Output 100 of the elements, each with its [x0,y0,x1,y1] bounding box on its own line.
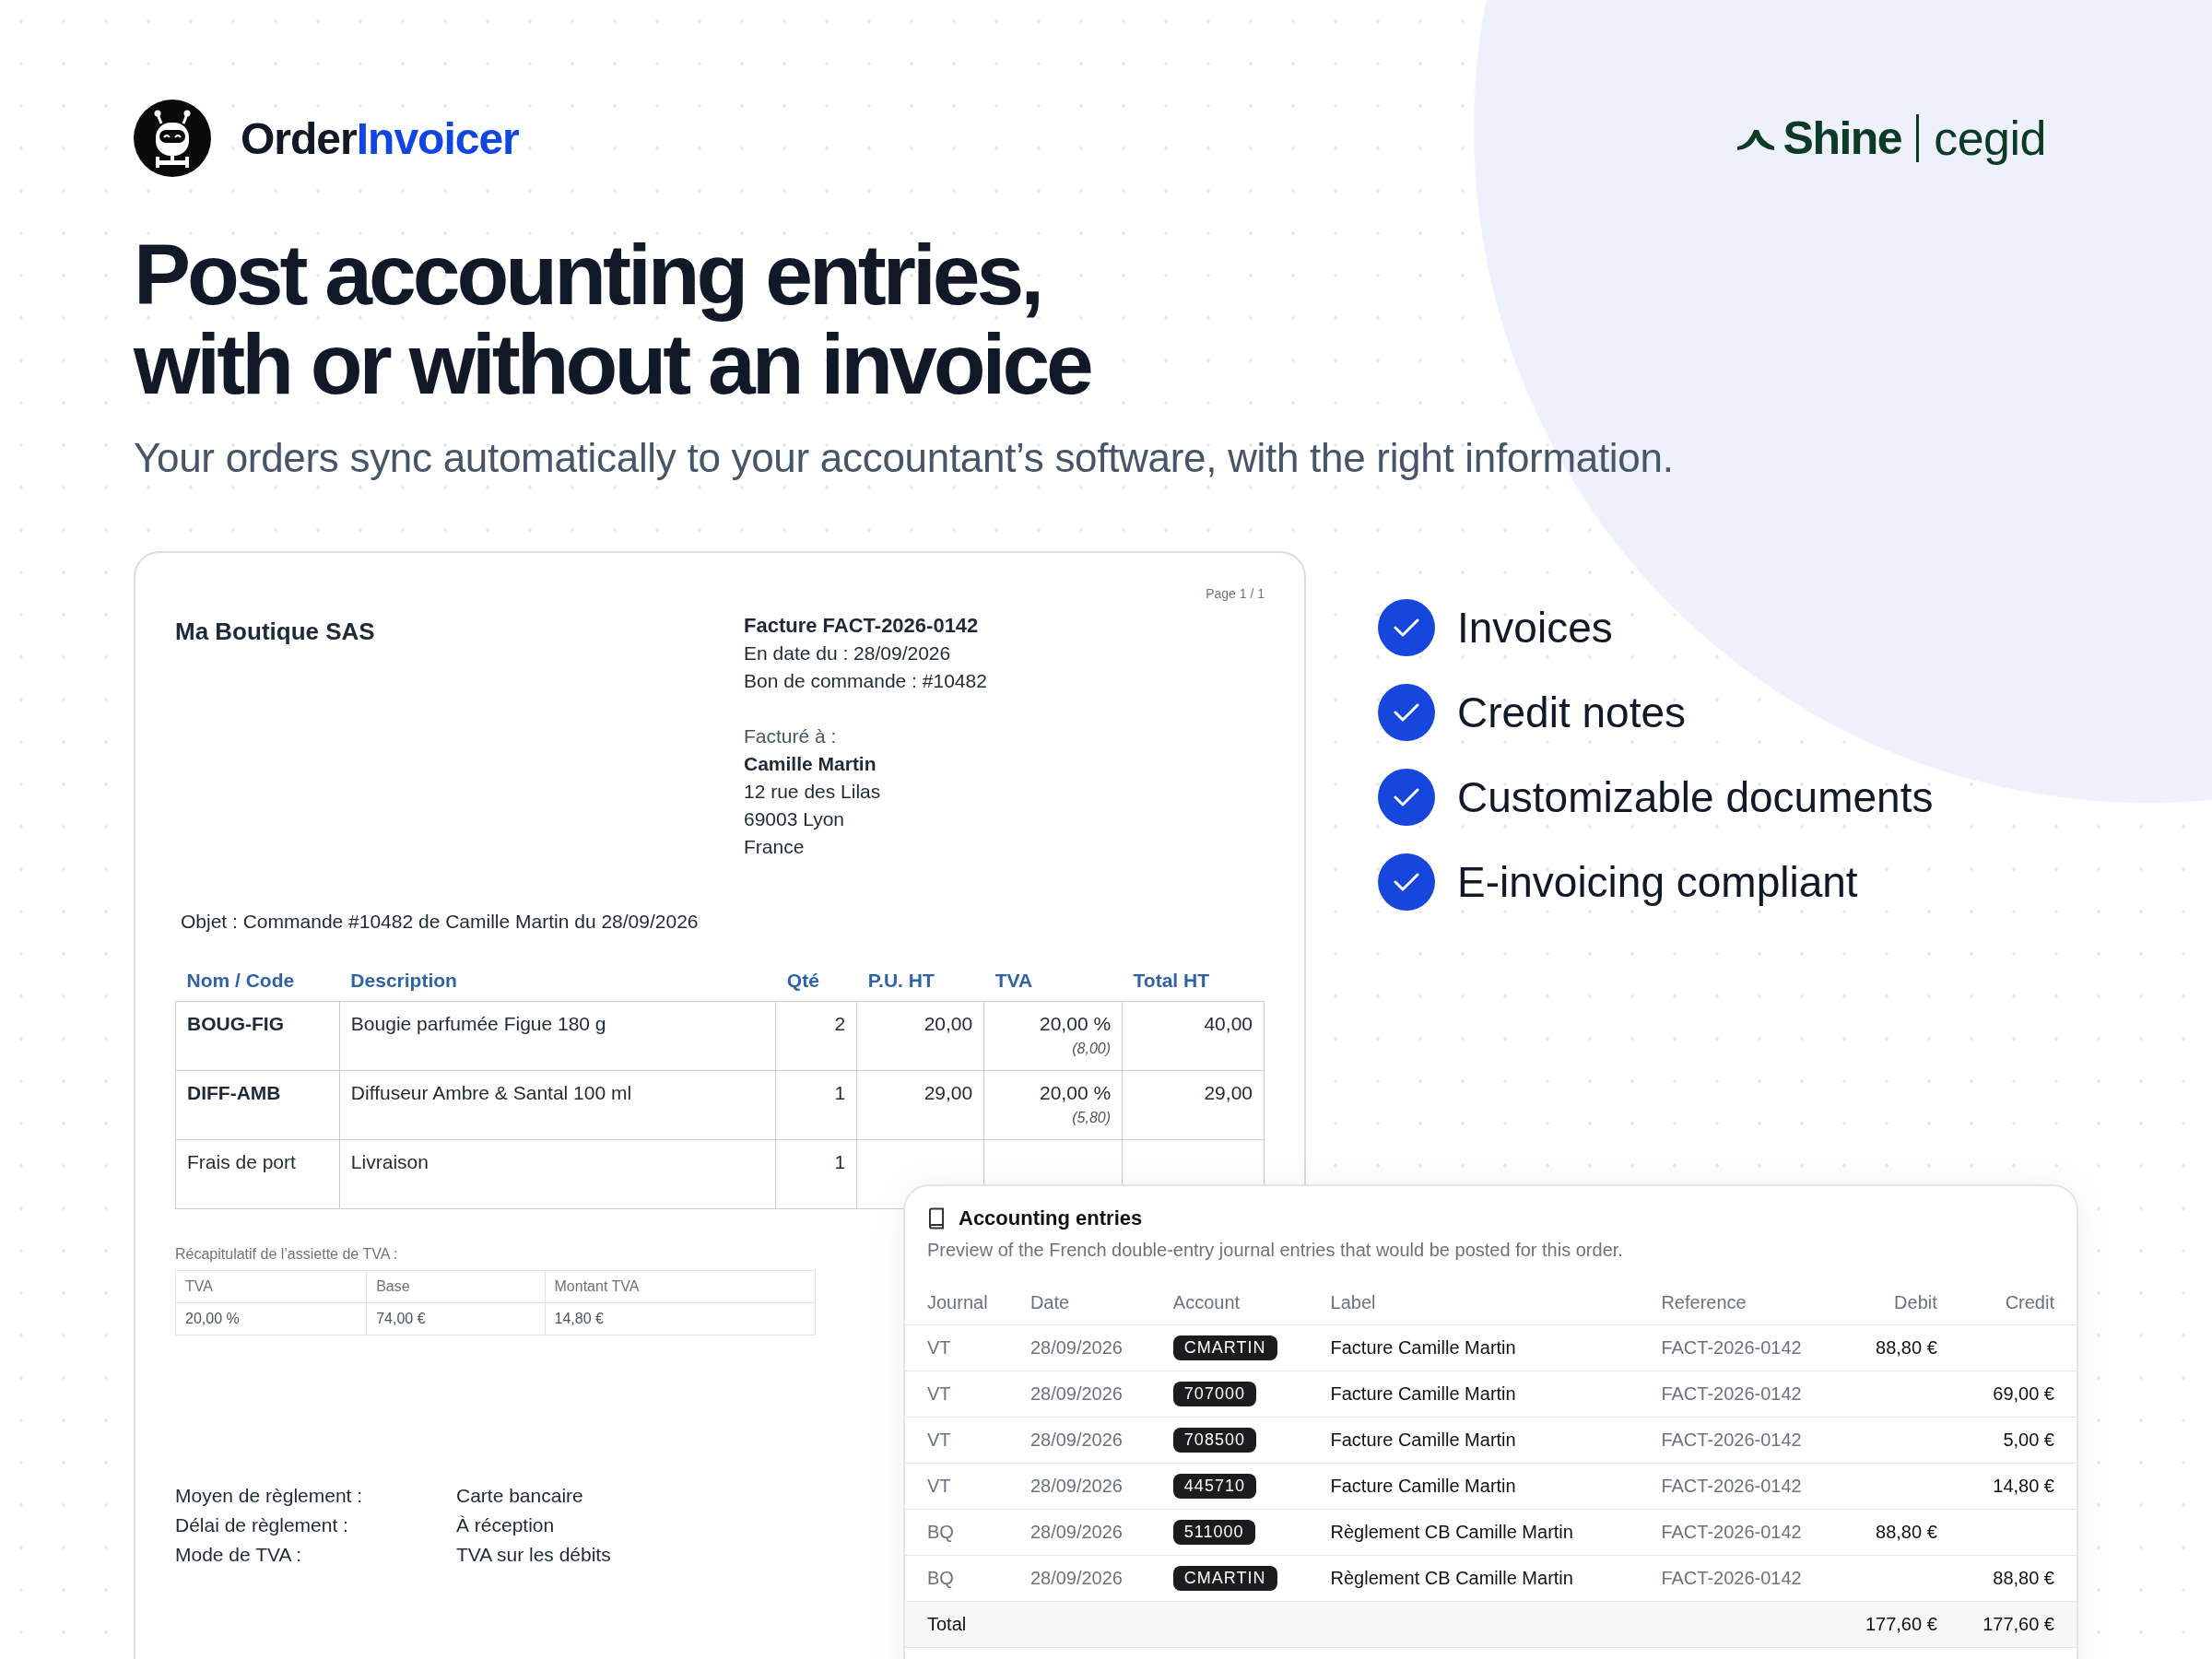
table-cell: 1 [775,1070,857,1140]
payment-label: Moyen de règlement : [175,1485,363,1507]
column-header: Base [366,1270,546,1303]
table-cell: 20,00 % [175,1302,367,1335]
account-badge: CMARTIN [1172,1335,1277,1360]
table-cell: 20,00 % (8,00) [983,1001,1123,1071]
table-cell: BOUG-FIG [175,1001,340,1071]
table-cell: BQ [905,1555,1008,1602]
table-cell: Facture Camille Martin [1308,1417,1640,1464]
invoice-subject: Objet : Commande #10482 de Camille Martin du 28/09/2026 [180,911,699,933]
column-header: TVA [983,970,1123,1002]
table-cell: 20,00 % (5,80) [983,1070,1123,1140]
table-cell: 177,60 € [1959,1601,2077,1648]
payment-label: Délai de règlement : [175,1514,348,1536]
column-header: P.U. HT [856,970,984,1002]
table-cell: Règlement CB Camille Martin [1308,1555,1640,1602]
column-header: Account [1150,1281,1309,1325]
page-number: Page 1 / 1 [1206,586,1265,601]
table-cell: 28/09/2026 [1007,1371,1151,1418]
account-badge: 707000 [1172,1382,1256,1406]
tax-summary-label: Récapitulatif de l’assiette de TVA : [175,1246,398,1263]
table-cell: FACT-2026-0142 [1639,1509,1842,1556]
account-badge: 511000 [1172,1520,1255,1545]
robot-logo-icon [134,100,211,177]
column-header: Total HT [1122,970,1265,1002]
column-header: Date [1007,1281,1151,1325]
payment-value: À réception [456,1514,555,1536]
table-cell: VT [905,1371,1008,1418]
invoice-date: En date du : 28/09/2026 [744,641,951,665]
card-title: Accounting entries [959,1206,1143,1230]
table-cell: 20,00 [856,1001,984,1071]
headline: Post accounting entries, [134,230,1041,320]
table-cell: 28/09/2026 [1007,1324,1151,1371]
table-cell: 1 [775,1139,857,1209]
table-cell: 69,00 € [1959,1371,2077,1418]
card-description: Preview of the French double-entry journal entries that would be posted for this order. [927,1240,1623,1261]
brand-name: OrderInvoicer [241,112,519,164]
total-label: Total [905,1601,1842,1648]
feature-label: Customizable documents [1457,772,1934,822]
table-cell: 29,00 [1122,1070,1265,1140]
table-cell: BQ [905,1509,1008,1556]
address-line: France [744,835,805,859]
payment-value: TVA sur les débits [456,1544,611,1566]
feature-label: Credit notes [1457,688,1686,737]
partner-logo-text: cegid [1934,111,2046,166]
table-cell: 14,80 € [545,1302,816,1335]
column-header: Credit [1959,1281,2077,1325]
table-cell: Bougie parfumée Figue 180 g [339,1001,776,1071]
address-line: 12 rue des Lilas [744,780,881,804]
table-cell: Livraison [339,1139,776,1209]
column-header: Reference [1639,1281,1842,1325]
address-line: 69003 Lyon [744,807,844,831]
billed-to-label: Facturé à : [744,724,837,748]
table-cell: 14,80 € [1959,1463,2077,1510]
account-badge: 445710 [1172,1474,1256,1499]
customer-name: Camille Martin [744,752,877,776]
account-badge: CMARTIN [1172,1566,1277,1591]
table-cell: 88,80 € [1841,1324,1959,1371]
payment-value: Carte bancaire [456,1485,583,1507]
table-cell: 88,80 € [1959,1555,2077,1602]
column-header: Montant TVA [545,1270,816,1303]
table-cell: FACT-2026-0142 [1639,1555,1842,1602]
feature-label: Invoices [1457,603,1613,653]
table-cell: 28/09/2026 [1007,1463,1151,1510]
table-cell: Frais de port [175,1139,340,1209]
table-cell: 28/09/2026 [1007,1417,1151,1464]
table-cell: Facture Camille Martin [1308,1463,1640,1510]
table-cell: 40,00 [1122,1001,1265,1071]
table-cell: FACT-2026-0142 [1639,1324,1842,1371]
table-cell: VT [905,1463,1008,1510]
column-header: Debit [1841,1281,1959,1325]
table-cell: FACT-2026-0142 [1639,1371,1842,1418]
column-header: Journal [905,1281,1008,1325]
table-cell: 177,60 € [1841,1601,1959,1648]
partner-logo-text: Shine [1783,112,1902,165]
table-cell: Facture Camille Martin [1308,1324,1640,1371]
table-cell: FACT-2026-0142 [1639,1463,1842,1510]
table-cell: Facture Camille Martin [1308,1371,1640,1418]
table-cell: VT [905,1324,1008,1371]
table-cell: FACT-2026-0142 [1639,1417,1842,1464]
table-cell: 74,00 € [366,1302,546,1335]
invoice-number: Facture FACT-2026-0142 [744,613,979,639]
feature-label: E-invoicing compliant [1457,857,1858,907]
table-cell: 28/09/2026 [1007,1555,1151,1602]
order-number: Bon de commande : #10482 [744,669,987,693]
seller-name: Ma Boutique SAS [175,618,375,646]
column-header: Qté [775,970,857,1002]
table-cell: 29,00 [856,1070,984,1140]
column-header: Description [339,970,776,1002]
table-cell: 2 [775,1001,857,1071]
table-cell: Règlement CB Camille Martin [1308,1509,1640,1556]
account-badge: 708500 [1172,1428,1256,1453]
column-header: TVA [175,1270,367,1303]
table-cell: DIFF-AMB [175,1070,340,1140]
table-cell: 28/09/2026 [1007,1509,1151,1556]
table-cell: Diffuseur Ambre & Santal 100 ml [339,1070,776,1140]
table-cell: 88,80 € [1841,1509,1959,1556]
column-header: Label [1308,1281,1640,1325]
payment-label: Mode de TVA : [175,1544,301,1566]
table-cell: 5,00 € [1959,1417,2077,1464]
